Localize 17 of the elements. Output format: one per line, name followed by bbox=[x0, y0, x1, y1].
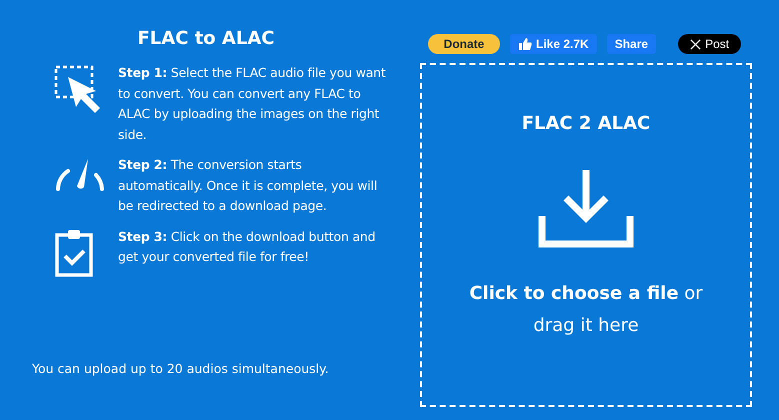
post-button[interactable]: Post bbox=[678, 34, 742, 54]
upload-limit-note: You can upload up to 20 audios simultaneously. bbox=[32, 361, 330, 376]
clipboard-check-icon bbox=[54, 228, 94, 276]
x-logo-icon bbox=[690, 38, 702, 50]
step-description: Step 3: Click on the download button and get your converted file for free! bbox=[118, 228, 376, 266]
file-dropzone[interactable]: FLAC 2 ALAC Click to choose a file or drag it here bbox=[420, 63, 752, 407]
thumbs-up-icon bbox=[518, 37, 532, 51]
donate-button[interactable]: Donate bbox=[428, 34, 500, 54]
step-description: Step 2: The conversion starts automatically. Once it is complete, you will be redirected to a download page. bbox=[118, 156, 378, 215]
download-icon bbox=[538, 168, 634, 248]
page-title: FLAC to ALAC bbox=[136, 28, 276, 49]
share-button[interactable]: Share bbox=[606, 34, 656, 54]
step-description: Step 1: Select the FLAC audio file you want to convert. You can convert any FLAC to ALAC by uploading the images on the right side. bbox=[118, 64, 387, 144]
like-button[interactable]: Like 2.7K bbox=[510, 34, 597, 54]
dropzone-prompt: Click to choose a file or drag it here bbox=[468, 282, 704, 338]
dropzone-title: FLAC 2 ALAC bbox=[522, 113, 650, 134]
gauge-icon bbox=[54, 157, 106, 193]
